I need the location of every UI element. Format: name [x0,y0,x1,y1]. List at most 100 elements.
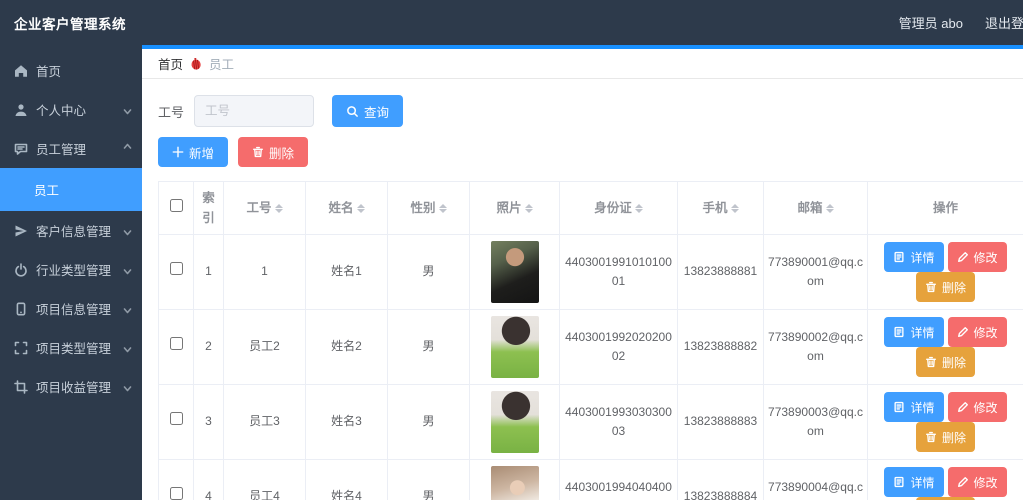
user-icon [14,103,28,117]
mobile-phone-icon [14,301,28,316]
search-bar: 工号 查询 [158,95,1023,127]
select-all-cell [158,181,194,235]
table-toolbar: 新增 删除 [158,137,1023,167]
cell-gender: 男 [387,234,470,310]
col-header-phone[interactable]: 手机 [677,181,764,235]
chevron-up-icon [123,143,132,153]
app-window: 企业客户管理系统 首页 个人中心 员工管理 员工 客户信息管理 行业类型管理 项… [0,0,1023,500]
query-button[interactable]: 查询 [332,95,404,127]
sidebar-item-project-info-management[interactable]: 项目信息管理 [0,289,142,328]
edit-button[interactable]: 修改 [947,242,1007,272]
cell-gender: 男 [387,384,470,460]
row-checkbox[interactable] [169,262,183,276]
cell-email: 773890004@qq.com [763,459,868,500]
employee-photo [490,241,539,303]
cell-phone: 13823888884 [677,459,764,500]
power-icon [14,262,28,277]
sidebar-item-project-type-management[interactable]: 项目类型管理 [0,328,142,367]
col-header-name[interactable]: 姓名 [305,181,388,235]
pencil-icon [957,477,968,487]
delete-button[interactable]: 删除 [915,272,975,302]
col-header-id-card[interactable]: 身份证 [559,181,678,235]
chat-icon [14,142,28,156]
cell-id-card: 440300199101010001 [559,234,678,310]
sidebar-item-employee-management[interactable]: 员工管理 [0,129,142,168]
send-icon [14,224,28,238]
cell-id-card: 440300199404040004 [559,459,678,500]
cell-index: 3 [193,384,224,460]
col-header-email[interactable]: 邮箱 [763,181,868,235]
detail-button[interactable]: 详情 [884,317,944,347]
detail-button[interactable]: 详情 [884,242,944,272]
chevron-down-icon [123,304,132,314]
col-header-photo[interactable]: 照片 [469,181,560,235]
cell-index: 1 [193,234,224,310]
sidebar-item-project-revenue-management[interactable]: 项目收益管理 [0,367,142,406]
cell-phone: 13823888882 [677,309,764,385]
table-row: 2 员工2 姓名2 男 440300199202020002 138238888… [158,309,1023,385]
chevron-down-icon [123,343,132,353]
breadcrumb: 首页 员工 [142,49,1023,79]
delete-button[interactable]: 删除 [915,347,975,377]
row-checkbox[interactable] [169,337,183,351]
sidebar-item-label: 客户信息管理 [36,225,112,239]
sidebar-menu: 首页 个人中心 员工管理 员工 客户信息管理 行业类型管理 项目信息管理 项目类… [0,45,142,406]
search-icon [347,105,358,117]
crop-icon [14,379,28,394]
chevron-down-icon [123,265,132,275]
cell-job-no: 员工2 [223,309,306,385]
document-icon [894,476,905,488]
cell-actions: 详情修改删除 [867,459,1023,500]
chevron-down-icon [123,105,132,115]
job-no-label: 工号 [158,104,185,120]
admin-user-menu[interactable]: 管理员 abo [899,13,963,32]
app-title: 企业客户管理系统 [14,16,126,32]
sidebar-item-personal-center[interactable]: 个人中心 [0,90,142,129]
detail-button[interactable]: 详情 [884,467,944,497]
batch-delete-button[interactable]: 删除 [238,137,309,167]
employee-photo [490,391,539,453]
document-icon [894,401,905,413]
cell-actions: 详情修改删除 [867,234,1023,310]
breadcrumb-current: 员工 [209,58,235,72]
cell-job-no: 1 [223,234,306,310]
sidebar-item-label: 员工管理 [36,143,87,157]
edit-button[interactable]: 修改 [947,392,1007,422]
logout-link[interactable]: 退出登录 [985,13,1023,32]
delete-button[interactable]: 删除 [915,422,975,452]
cell-job-no: 员工3 [223,384,306,460]
sort-caret-icon [438,203,447,213]
sidebar-item-industry-type-management[interactable]: 行业类型管理 [0,250,142,289]
sort-caret-icon [524,203,533,213]
edit-button[interactable]: 修改 [947,467,1007,497]
sidebar-item-home[interactable]: 首页 [0,51,142,90]
document-icon [894,251,905,263]
cell-job-no: 员工4 [223,459,306,500]
fullscreen-icon [14,341,28,355]
cell-actions: 详情修改删除 [867,309,1023,385]
detail-button[interactable]: 详情 [884,392,944,422]
add-button[interactable]: 新增 [158,137,229,167]
cell-actions: 详情修改删除 [867,384,1023,460]
col-header-gender[interactable]: 性别 [387,181,470,235]
home-icon [14,64,28,78]
col-header-index: 索引 [193,181,224,235]
cell-email: 773890001@qq.com [763,234,868,310]
cell-gender: 男 [387,459,470,500]
select-all-checkbox[interactable] [169,199,183,212]
row-checkbox[interactable] [169,412,183,426]
plus-icon [172,146,184,158]
breadcrumb-home-link[interactable]: 首页 [158,54,183,73]
lantern-separator-icon [189,56,203,71]
main-column: 管理员 abo 退出登录 首页 员工 工号 查询 新增 [142,0,1023,500]
col-header-job-no[interactable]: 工号 [223,181,306,235]
sidebar-subitem-employee-active[interactable]: 员工 [0,168,142,211]
row-checkbox[interactable] [169,487,183,500]
cell-name: 姓名4 [305,459,388,500]
sidebar-item-customer-info-management[interactable]: 客户信息管理 [0,211,142,250]
topbar: 管理员 abo 退出登录 [142,0,1023,45]
cell-name: 姓名2 [305,309,388,385]
edit-button[interactable]: 修改 [947,317,1007,347]
table-row: 3 员工3 姓名3 男 440300199303030003 138238888… [158,384,1023,460]
job-no-input[interactable] [194,95,315,127]
